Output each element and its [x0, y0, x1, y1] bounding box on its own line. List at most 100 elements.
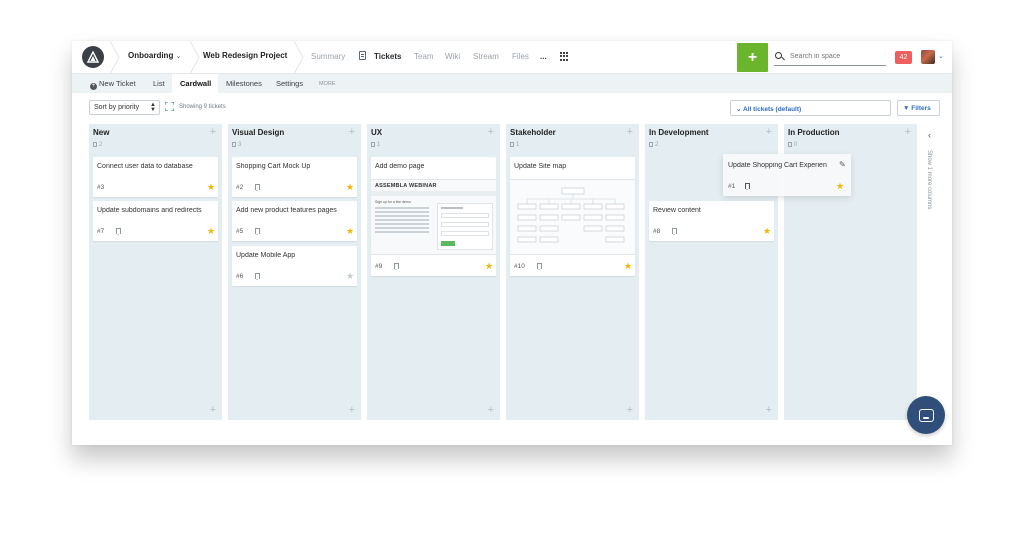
chevron-left-icon[interactable]: ‹ [928, 130, 931, 140]
add-card-icon[interactable]: + [627, 404, 633, 416]
board-toolbar: Sort by priority ▲ ▼ Showing 9 tickets ⌄ … [72, 93, 952, 123]
card-number: #2 [236, 184, 244, 191]
star-icon[interactable]: ★ [624, 262, 632, 271]
breadcrumb-project[interactable]: Web Redesign Project [203, 51, 287, 60]
bookmark-icon[interactable] [255, 273, 260, 280]
ticket-count-icon [649, 142, 653, 147]
column-count-value: 1 [377, 142, 381, 148]
ticket-count-icon [788, 142, 792, 147]
star-icon[interactable]: ★ [346, 183, 354, 192]
nav-stream[interactable]: Stream [473, 52, 499, 61]
column-count-value: 3 [238, 142, 242, 148]
bookmark-icon[interactable] [116, 228, 121, 235]
filters-button[interactable]: ▼ Filters [897, 100, 940, 116]
card-title: Update subdomains and redirects [97, 207, 202, 214]
add-card-icon[interactable]: + [488, 126, 494, 138]
breadcrumb-space-label: Onboarding [128, 51, 174, 60]
nav-wiki[interactable]: Wiki [445, 52, 460, 61]
edit-pencil-icon[interactable]: ✎ [839, 160, 846, 169]
dragged-ticket-card[interactable]: Update Shopping Cart Experien ✎ #1 ★ [723, 154, 851, 196]
add-card-icon[interactable]: + [766, 126, 772, 138]
card-title: Update Site map [514, 163, 567, 170]
nav-files[interactable]: Files [512, 52, 529, 61]
avatar[interactable] [921, 50, 935, 64]
assembla-logo-icon[interactable] [82, 46, 104, 68]
ticket-count-text: Showing 9 tickets [179, 104, 226, 110]
select-arrows-icon: ▲ ▼ [150, 102, 156, 113]
add-card-icon[interactable]: + [488, 404, 494, 416]
card-title: Add demo page [375, 163, 425, 170]
nav-tickets[interactable]: Tickets [374, 52, 401, 61]
column-title: Stakeholder [510, 128, 556, 137]
attachment-thumbnail[interactable]: ASSEMBLA WEBINAR Sign up for a live demo [371, 179, 496, 255]
add-button[interactable]: + [737, 43, 768, 72]
ticket-card[interactable]: Review content #8 ★ [649, 201, 774, 241]
star-icon[interactable]: ★ [346, 227, 354, 236]
card-title: Shopping Cart Mock Up [236, 163, 311, 170]
star-icon[interactable]: ★ [485, 262, 493, 271]
add-card-icon[interactable]: + [210, 126, 216, 138]
sort-select[interactable]: Sort by priority ▲ ▼ [89, 100, 160, 115]
tab-settings[interactable]: Settings [276, 79, 303, 88]
bookmark-icon[interactable] [255, 228, 260, 235]
ticket-card[interactable]: Add demo page ASSEMBLA WEBINAR Sign up f… [371, 157, 496, 276]
expand-icon[interactable] [165, 102, 174, 111]
thumbnail-heading: ASSEMBLA WEBINAR [375, 183, 437, 189]
bookmark-icon[interactable] [745, 183, 750, 190]
star-icon[interactable]: ★ [207, 227, 215, 236]
ticket-card[interactable]: Update Mobile App #6 ★ [232, 246, 357, 286]
add-card-icon[interactable]: + [349, 404, 355, 416]
notification-badge[interactable]: 42 [895, 51, 912, 64]
add-card-icon[interactable]: + [349, 126, 355, 138]
ticket-filter-select[interactable]: ⌄ All tickets (default) [730, 100, 891, 116]
column-count-value: 1 [516, 142, 520, 148]
breadcrumb-divider [190, 41, 200, 74]
tab-list[interactable]: List [153, 79, 165, 88]
chat-button[interactable] [907, 396, 945, 434]
nav-more[interactable]: ... [540, 52, 547, 61]
add-card-icon[interactable]: + [766, 404, 772, 416]
card-title: Add new product features pages [236, 207, 337, 214]
star-icon[interactable]: ★ [346, 272, 354, 281]
card-number: #10 [514, 263, 525, 270]
bookmark-icon[interactable] [255, 184, 260, 191]
add-card-icon[interactable]: + [627, 126, 633, 138]
tab-cardwall[interactable]: Cardwall [180, 79, 211, 88]
star-icon[interactable]: ★ [207, 183, 215, 192]
tab-milestones[interactable]: Milestones [226, 79, 262, 88]
column-count-value: 2 [655, 142, 659, 148]
nav-team[interactable]: Team [414, 52, 434, 61]
ticket-card[interactable]: Shopping Cart Mock Up #2 ★ [232, 157, 357, 197]
apps-grid-icon[interactable] [560, 52, 570, 61]
thumbnail-form [437, 203, 493, 250]
funnel-icon: ▼ [903, 105, 910, 112]
ticket-card[interactable]: Add new product features pages #5 ★ [232, 201, 357, 241]
tickets-icon [359, 51, 366, 60]
new-ticket-button[interactable]: + New Ticket [90, 79, 136, 90]
thumbnail-text-lines [375, 207, 429, 209]
star-icon[interactable]: ★ [836, 182, 844, 191]
card-number: #3 [97, 184, 105, 191]
ticket-card[interactable]: Update subdomains and redirects #7 ★ [93, 201, 218, 241]
tab-more[interactable]: MORE [319, 81, 336, 87]
star-icon[interactable]: ★ [763, 227, 771, 236]
show-more-columns-text[interactable]: Show 1 more columns [922, 150, 932, 209]
bookmark-icon[interactable] [394, 263, 399, 270]
chevron-down-icon[interactable]: ⌄ [938, 52, 944, 60]
collapsed-columns-panel[interactable]: ‹ Show 1 more columns [918, 124, 952, 420]
bookmark-icon[interactable] [672, 228, 677, 235]
bookmark-icon[interactable] [537, 263, 542, 270]
ticket-card[interactable]: Connect user data to database #3 ★ [93, 157, 218, 197]
ticket-count-icon [371, 142, 375, 147]
search-box [774, 50, 886, 66]
add-card-icon[interactable]: + [905, 126, 911, 138]
breadcrumb-space[interactable]: Onboarding ⌄ [128, 51, 181, 60]
search-input[interactable] [790, 50, 882, 63]
card-title: Update Mobile App [236, 252, 296, 259]
add-card-icon[interactable]: + [210, 404, 216, 416]
sitemap-thumbnail[interactable] [510, 179, 635, 255]
nav-summary[interactable]: Summary [311, 52, 345, 61]
chevron-down-icon: ⌄ [736, 106, 742, 113]
ticket-card[interactable]: Update Site map #10 ★ [510, 157, 635, 276]
card-number: #1 [728, 183, 736, 190]
